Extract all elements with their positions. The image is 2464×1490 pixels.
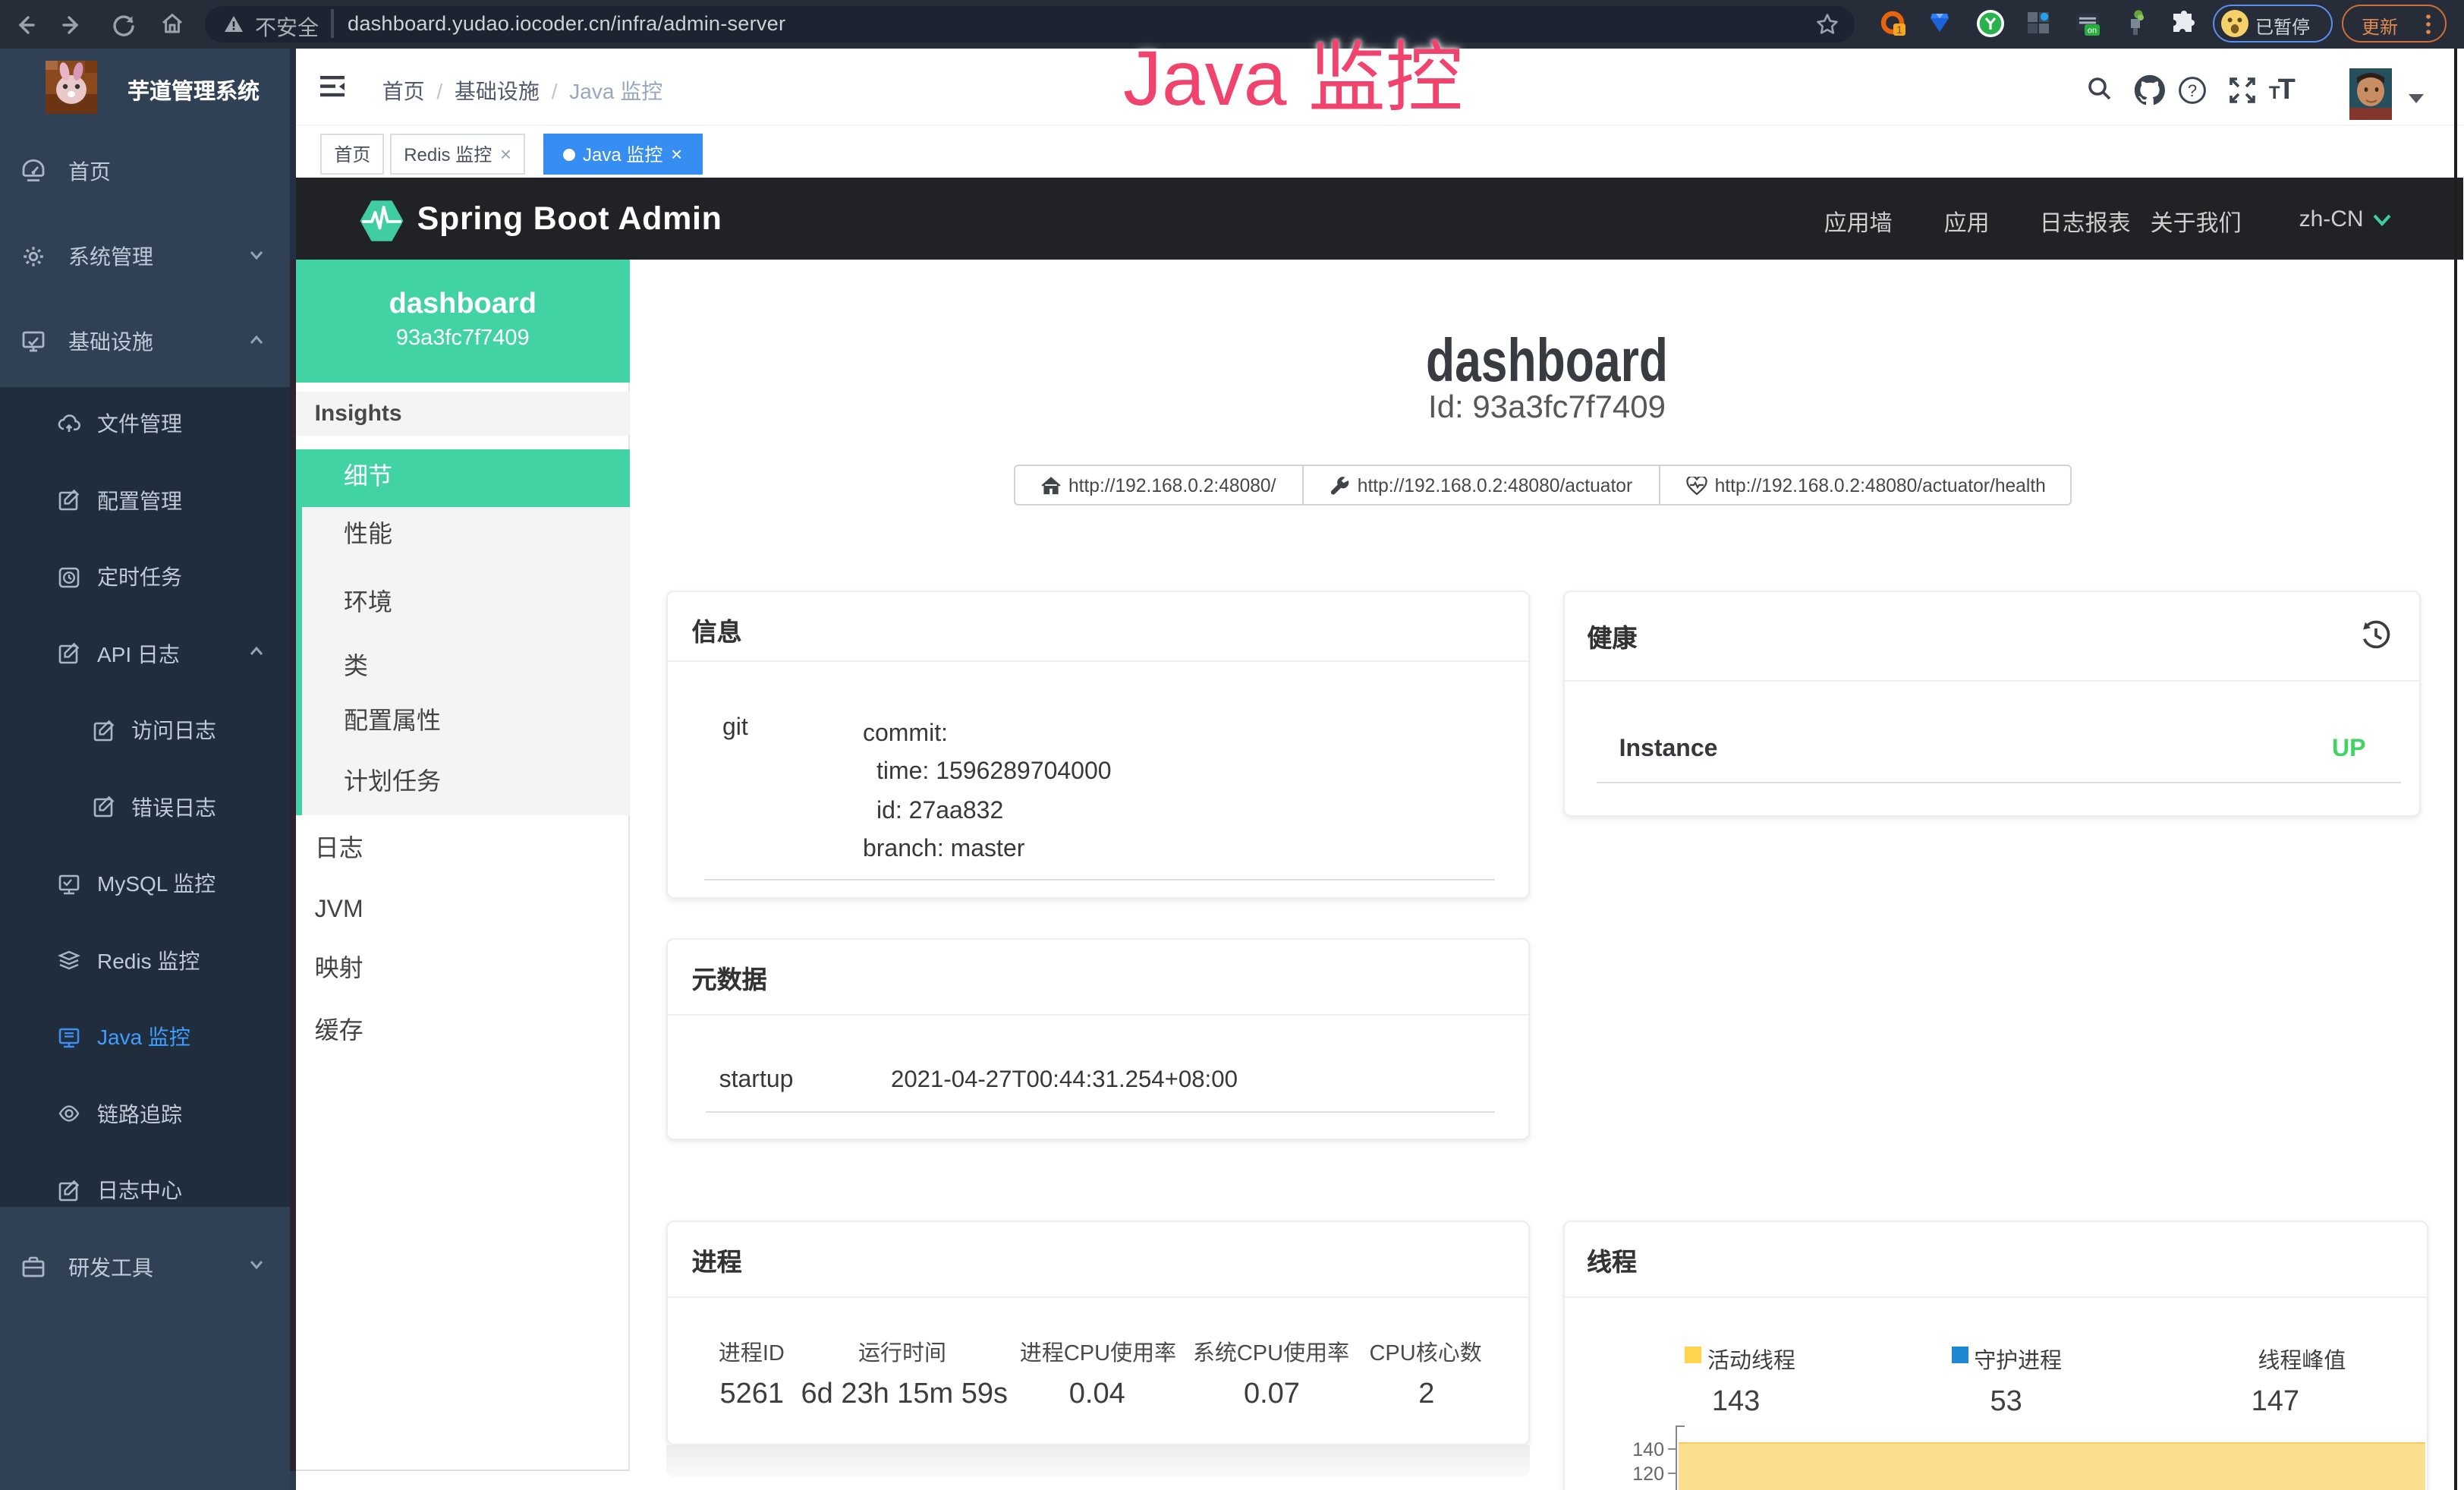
svg-text:1: 1 [1896,24,1902,36]
svg-text:on: on [2088,25,2097,34]
svg-text:?: ? [2188,80,2197,99]
